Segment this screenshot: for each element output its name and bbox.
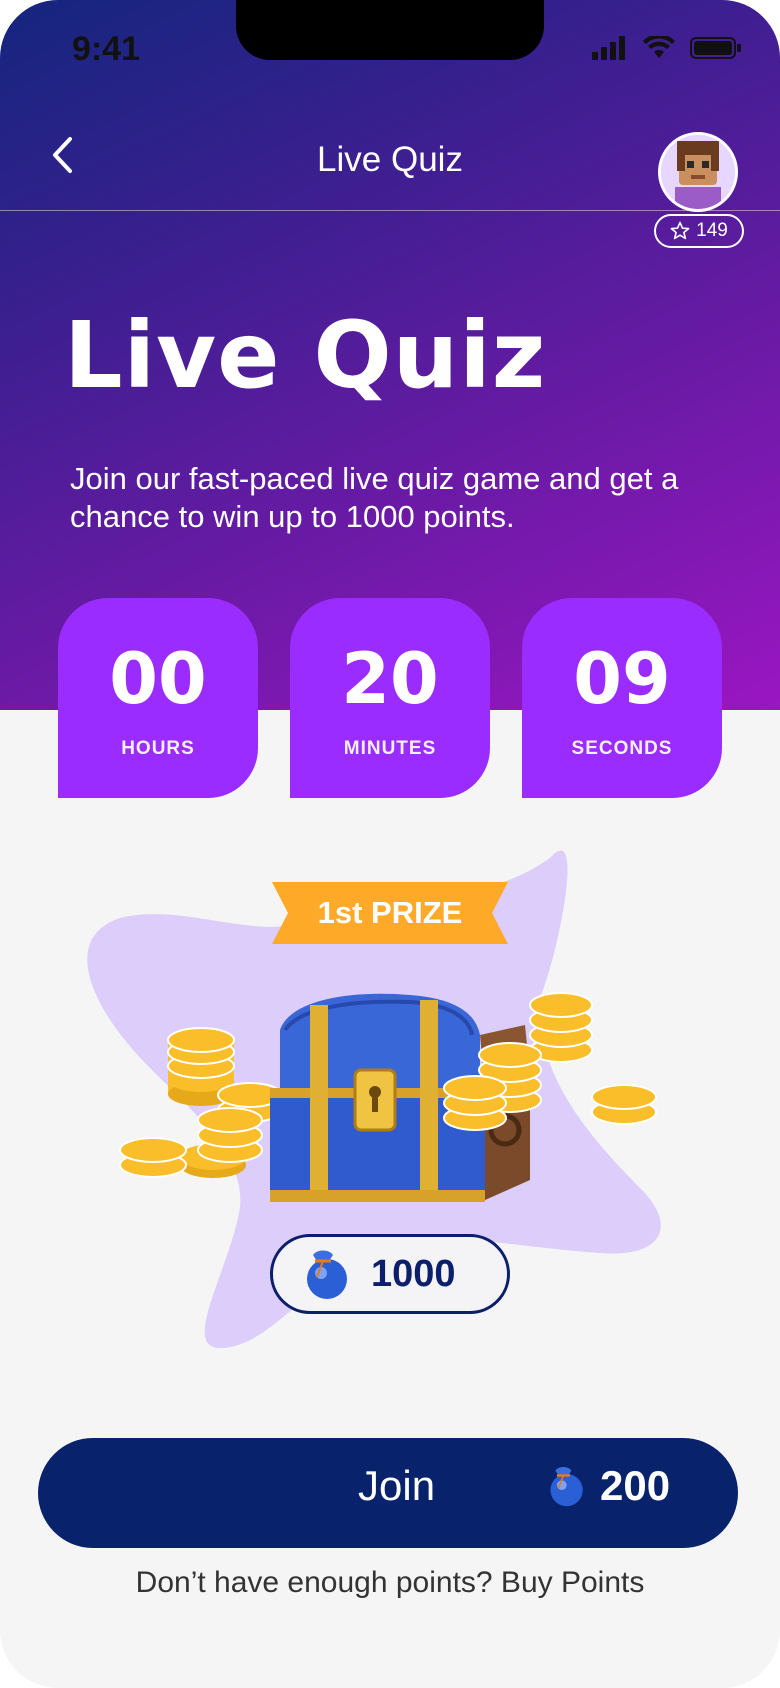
- countdown-seconds-label: SECONDS: [571, 738, 673, 759]
- blue-bag-icon: [307, 1250, 347, 1299]
- points-value: 149: [696, 220, 728, 241]
- wifi-icon: [643, 36, 675, 58]
- hero-heading: Live Quiz: [64, 302, 547, 409]
- prize-amount-pill: 1000: [270, 1234, 510, 1314]
- points-badge[interactable]: 149: [654, 214, 744, 248]
- blue-bag-icon: [550, 1467, 583, 1507]
- status-icons: [592, 36, 742, 60]
- countdown-seconds: 09 SECONDS: [522, 598, 722, 798]
- status-time: 9:41: [72, 30, 141, 68]
- buy-points-link[interactable]: Don’t have enough points? Buy Points: [0, 1566, 780, 1600]
- countdown-hours-value: 00: [109, 638, 207, 720]
- countdown-minutes-value: 20: [341, 638, 439, 720]
- prize-ribbon-label: 1st PRIZE: [317, 895, 463, 930]
- countdown-seconds-value: 09: [573, 638, 671, 720]
- battery-icon: [690, 37, 741, 59]
- countdown-minutes: 20 MINUTES: [290, 598, 490, 798]
- join-cost-value: 200: [600, 1462, 671, 1509]
- nav-divider: [0, 210, 780, 211]
- treasure-chest-icon: [119, 992, 657, 1202]
- signal-icon: [592, 36, 625, 60]
- join-button-label: Join: [358, 1462, 436, 1509]
- coin-stack-icon: [119, 1027, 283, 1178]
- countdown-hours: 00 HOURS: [58, 598, 258, 798]
- countdown-hours-label: HOURS: [121, 738, 195, 759]
- countdown-minutes-label: MINUTES: [343, 738, 437, 759]
- avatar[interactable]: [658, 132, 738, 212]
- phone-screen: 9:41 Live Quiz 149 Live Quiz Join our fa…: [0, 0, 780, 1688]
- prize-amount-value: 1000: [371, 1252, 456, 1295]
- star-icon: [670, 221, 690, 240]
- hero-description: Join our fast-paced live quiz game and g…: [70, 461, 679, 534]
- device-notch: [236, 0, 544, 60]
- avatar-character-icon: [661, 135, 735, 209]
- join-cost: 200: [544, 1462, 670, 1510]
